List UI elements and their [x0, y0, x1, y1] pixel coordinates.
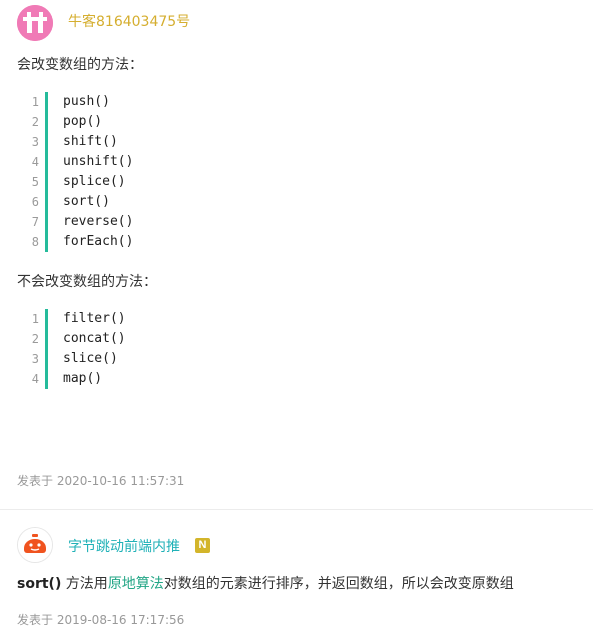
code-gutter-bar [45, 349, 48, 369]
code-line: 2 concat() [17, 329, 317, 349]
line-number: 2 [31, 332, 39, 346]
code-block-non-mutating: 1 filter() 2 concat() 3 slice() 4 map() [17, 309, 317, 389]
code-text: unshift() [63, 154, 134, 169]
line-number: 1 [31, 95, 39, 109]
line-number: 4 [31, 372, 39, 386]
code-gutter-bar [45, 192, 48, 212]
code-text: concat() [63, 331, 126, 346]
intro-non-mutating: 不会改变数组的方法： [17, 274, 157, 290]
code-gutter-bar [45, 309, 48, 329]
code-gutter-bar [45, 152, 48, 172]
code-block-mutating: 1 push() 2 pop() 3 shift() 4 unshift() 5 splice()… [17, 92, 317, 252]
code-text: sort() [63, 194, 110, 209]
code-gutter-bar [45, 112, 48, 132]
code-text: map() [63, 371, 103, 386]
code-gutter-bar [45, 329, 48, 349]
username[interactable]: 牛客816403475号 [68, 13, 190, 31]
code-line: 8 forEach() [17, 232, 317, 252]
code-line: 3 shift() [17, 132, 317, 152]
code-gutter-bar [45, 212, 48, 232]
comment-link[interactable]: 原地算法 [108, 576, 164, 592]
level-badge: N [195, 538, 210, 553]
code-text: shift() [63, 134, 118, 149]
post-time: 发表于 2020-10-16 11:57:31 [17, 474, 185, 488]
code-line: 2 pop() [17, 112, 317, 132]
post-time: 发表于 2019-08-16 17:17:56 [17, 613, 185, 627]
code-line: 4 unshift() [17, 152, 317, 172]
code-line: 7 reverse() [17, 212, 317, 232]
line-number: 7 [31, 215, 39, 229]
code-text: forEach() [63, 234, 134, 249]
avatar-logo-icon [17, 5, 53, 41]
code-line: 1 filter() [17, 309, 317, 329]
line-number: 6 [31, 195, 39, 209]
code-gutter-bar [45, 172, 48, 192]
comment-part2: 对数组的元素进行排序，并返回数组，所以会改变原数组 [163, 576, 514, 592]
code-line: 6 sort() [17, 192, 317, 212]
username[interactable]: 字节跳动前端内推 [68, 538, 180, 556]
code-line: 5 splice() [17, 172, 317, 192]
intro-mutating: 会改变数组的方法： [17, 57, 143, 73]
comment-text: sort() 方法用原地算法对数组的元素进行排序，并返回数组，所以会改变原数组 [17, 575, 514, 593]
line-number: 3 [31, 352, 39, 366]
code-text: reverse() [63, 214, 134, 229]
code-gutter-bar [45, 92, 48, 112]
code-text: filter() [63, 311, 126, 326]
code-line: 3 slice() [17, 349, 317, 369]
code-text: splice() [63, 174, 126, 189]
line-number: 2 [31, 115, 39, 129]
code-text: push() [63, 94, 110, 109]
code-text: slice() [63, 351, 118, 366]
code-text: pop() [63, 114, 103, 129]
divider [0, 509, 593, 510]
line-number: 8 [31, 235, 39, 249]
avatar[interactable] [17, 527, 53, 563]
comment-code: sort() [17, 576, 62, 592]
avatar-logo-icon [18, 528, 52, 562]
code-gutter-bar [45, 132, 48, 152]
line-number: 5 [31, 175, 39, 189]
line-number: 3 [31, 135, 39, 149]
code-line: 4 map() [17, 369, 317, 389]
code-gutter-bar [45, 232, 48, 252]
code-line: 1 push() [17, 92, 317, 112]
line-number: 1 [31, 312, 39, 326]
avatar[interactable] [17, 5, 53, 41]
code-gutter-bar [45, 369, 48, 389]
comment-part1: 方法用 [61, 576, 108, 592]
line-number: 4 [31, 155, 39, 169]
